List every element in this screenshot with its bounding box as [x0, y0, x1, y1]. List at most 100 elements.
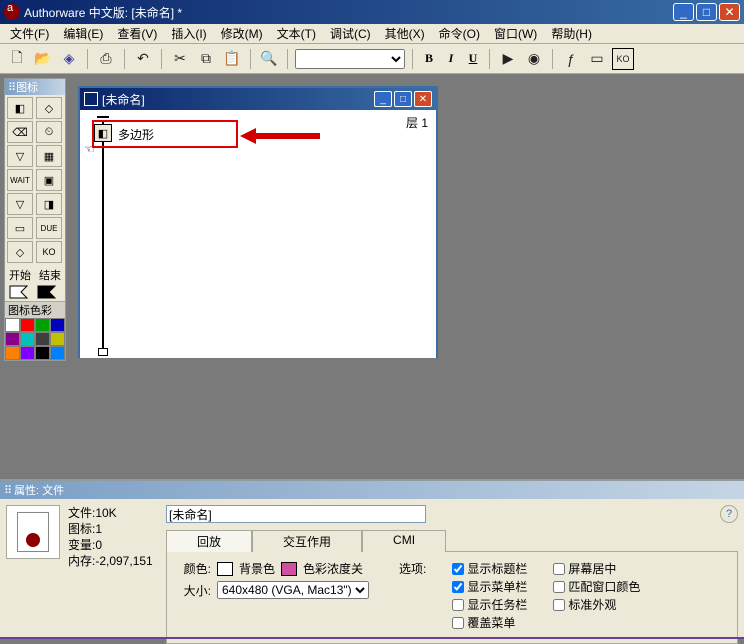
bg-color-label: 背景色 [239, 560, 275, 577]
color-swatch[interactable] [20, 346, 35, 360]
color-swatch[interactable] [50, 318, 65, 332]
opt-menubar[interactable]: 显示菜单栏 [452, 578, 527, 595]
decision-icon[interactable]: WAIT [7, 169, 33, 191]
color-swatch[interactable] [5, 346, 20, 360]
size-label: 大小: [175, 582, 211, 599]
menu-other[interactable]: 其他(X) [379, 23, 431, 44]
save-button[interactable]: ◈ [58, 48, 80, 70]
import-button[interactable]: ⎙ [95, 48, 117, 70]
nav-icon[interactable]: ▽ [7, 145, 33, 167]
menu-insert[interactable]: 插入(I) [165, 23, 212, 44]
tab-interaction[interactable]: 交互作用 [252, 530, 362, 552]
color-palette-title: 图标色彩 [5, 301, 65, 318]
menu-window[interactable]: 窗口(W) [488, 23, 543, 44]
movie-icon[interactable]: ▭ [7, 217, 33, 239]
undo-button[interactable]: ↶ [132, 48, 154, 70]
design-title: [未命名] [102, 91, 374, 108]
menu-command[interactable]: 命令(O) [433, 23, 486, 44]
menu-debug[interactable]: 调试(C) [324, 23, 377, 44]
opt-standard[interactable]: 标准外观 [553, 596, 640, 613]
color-swatch[interactable] [35, 318, 50, 332]
menu-modify[interactable]: 修改(M) [215, 23, 269, 44]
design-close-button[interactable]: ✕ [414, 91, 432, 107]
menu-text[interactable]: 文本(T) [271, 23, 322, 44]
design-titlebar[interactable]: [未命名] _ □ ✕ [80, 88, 436, 110]
run-button[interactable]: ▶ [497, 48, 519, 70]
properties-title[interactable]: ⠿属性: 文件 [0, 481, 744, 499]
maximize-button[interactable]: □ [696, 3, 717, 21]
video-icon[interactable]: ◇ [7, 241, 33, 263]
bg-color-swatch[interactable] [217, 562, 233, 576]
opt-overlay[interactable]: 覆盖菜单 [452, 614, 527, 631]
filename-input[interactable] [166, 505, 426, 523]
start-flag-icon[interactable] [9, 285, 33, 299]
app-icon [4, 4, 20, 20]
new-button[interactable]: 🗋 [6, 48, 28, 70]
ko-icon[interactable]: KO [36, 241, 62, 263]
var-button[interactable]: ▭ [586, 48, 608, 70]
color-swatch[interactable] [35, 332, 50, 346]
motion-icon[interactable]: ◇ [36, 97, 62, 119]
chroma-swatch[interactable] [281, 562, 297, 576]
design-window: [未命名] _ □ ✕ 层 1 ☜ ◧ 多边形 [78, 86, 438, 358]
workspace: ⠿图标 ◧ ◇ ⌫ ⏲ ▽ ▦ WAIT ▣ ▽ ◨ ▭ DUE ◇ KO 开始… [0, 74, 744, 639]
find-button[interactable]: 🔍 [258, 48, 280, 70]
paste-button[interactable]: 📋 [221, 48, 243, 70]
erase-icon[interactable]: ⌫ [7, 121, 33, 143]
info-varcount: 变量:0 [68, 537, 158, 553]
wait-icon[interactable]: ⏲ [36, 121, 62, 143]
underline-button[interactable]: U [464, 51, 482, 66]
close-button[interactable]: ✕ [719, 3, 740, 21]
design-window-icon [84, 92, 98, 106]
color-swatch[interactable] [20, 332, 35, 346]
cut-button[interactable]: ✂ [169, 48, 191, 70]
color-label: 颜色: [175, 560, 211, 577]
font-select[interactable] [295, 49, 405, 69]
color-swatch[interactable] [35, 346, 50, 360]
ko-button[interactable]: KO [612, 48, 634, 70]
design-maximize-button[interactable]: □ [394, 91, 412, 107]
design-body[interactable]: 层 1 ☜ ◧ 多边形 [80, 110, 436, 358]
tab-cmi[interactable]: CMI [362, 530, 446, 552]
menu-edit[interactable]: 编辑(E) [57, 23, 109, 44]
end-flag-icon[interactable] [37, 285, 61, 299]
file-info: 文件:10K 图标:1 变量:0 内存:-2,097,151 [68, 505, 158, 633]
color-swatch[interactable] [20, 318, 35, 332]
menu-file[interactable]: 文件(F) [4, 23, 55, 44]
tab-playback[interactable]: 回放 [166, 530, 252, 552]
italic-button[interactable]: I [442, 51, 460, 66]
color-swatch[interactable] [50, 332, 65, 346]
info-iconcount: 图标:1 [68, 521, 158, 537]
open-button[interactable]: 📂 [32, 48, 54, 70]
bold-button[interactable]: B [420, 51, 438, 66]
map-icon[interactable]: ◨ [36, 193, 62, 215]
help-button[interactable]: ? [720, 505, 738, 523]
opt-taskbar[interactable]: 显示任务栏 [452, 596, 527, 613]
start-label: 开始 [9, 267, 31, 283]
color-swatch[interactable] [5, 318, 20, 332]
highlight-annotation [92, 120, 238, 148]
framework-icon[interactable]: ▦ [36, 145, 62, 167]
opt-center[interactable]: 屏幕居中 [553, 560, 640, 577]
sound-icon[interactable]: DUE [36, 217, 62, 239]
copy-button[interactable]: ⧉ [195, 48, 217, 70]
info-filesize: 文件:10K [68, 505, 158, 521]
color-swatch[interactable] [50, 346, 65, 360]
menubar: 文件(F) 编辑(E) 查看(V) 插入(I) 修改(M) 文本(T) 调试(C… [0, 24, 744, 44]
display-icon[interactable]: ◧ [7, 97, 33, 119]
end-label: 结束 [39, 267, 61, 283]
menu-help[interactable]: 帮助(H) [545, 23, 598, 44]
minimize-button[interactable]: _ [673, 3, 694, 21]
func-button[interactable]: ƒ [560, 48, 582, 70]
palette-title[interactable]: ⠿图标 [5, 79, 65, 95]
color-swatch[interactable] [5, 332, 20, 346]
calc-icon[interactable]: ▽ [7, 193, 33, 215]
control-button[interactable]: ◉ [523, 48, 545, 70]
info-memory: 内存:-2,097,151 [68, 553, 158, 569]
size-select[interactable]: 640x480 (VGA, Mac13") [217, 581, 369, 599]
interaction-icon[interactable]: ▣ [36, 169, 62, 191]
menu-view[interactable]: 查看(V) [111, 23, 163, 44]
design-minimize-button[interactable]: _ [374, 91, 392, 107]
opt-titlebar[interactable]: 显示标题栏 [452, 560, 527, 577]
opt-matchcolor[interactable]: 匹配窗口颜色 [553, 578, 640, 595]
